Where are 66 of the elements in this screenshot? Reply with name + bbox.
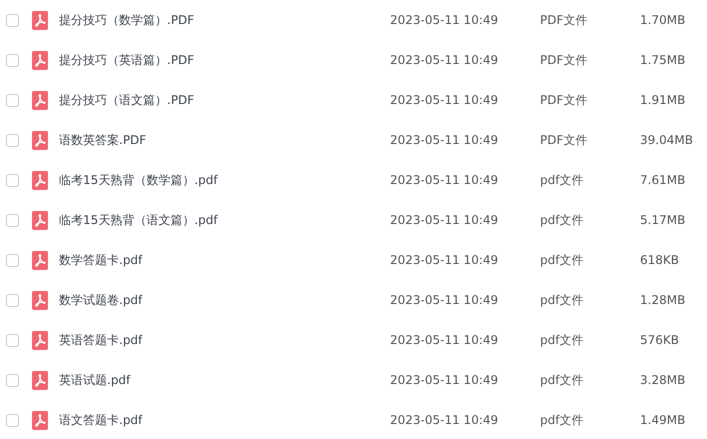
file-name[interactable]: 临考15天熟背（语文篇）.pdf <box>59 212 390 228</box>
file-type: PDF文件 <box>540 132 588 148</box>
file-name[interactable]: 英语试题.pdf <box>59 372 390 388</box>
file-size: 1.70MB <box>640 13 686 27</box>
pdf-file-icon <box>32 50 48 70</box>
checkbox[interactable] <box>6 294 19 306</box>
file-type: pdf文件 <box>540 172 584 188</box>
modified-time: 2023-05-11 10:49 <box>390 253 500 267</box>
file-type: PDF文件 <box>540 52 588 68</box>
pdf-file-icon <box>32 10 48 30</box>
pdf-file-icon <box>32 90 48 110</box>
file-size: 7.61MB <box>640 173 686 187</box>
checkbox[interactable] <box>6 174 19 186</box>
file-type: PDF文件 <box>540 92 588 108</box>
file-name[interactable]: 提分技巧（数学篇）.PDF <box>59 12 390 28</box>
modified-time: 2023-05-11 10:49 <box>390 213 500 227</box>
modified-time: 2023-05-11 10:49 <box>390 13 500 27</box>
file-name[interactable]: 数学答题卡.pdf <box>59 252 390 268</box>
pdf-file-icon <box>32 370 48 390</box>
file-size: 1.49MB <box>640 413 686 427</box>
checkbox[interactable] <box>6 414 19 426</box>
file-type: pdf文件 <box>540 412 584 428</box>
modified-time: 2023-05-11 10:49 <box>390 373 500 387</box>
pdf-file-icon <box>32 410 48 430</box>
pdf-file-icon <box>32 170 48 190</box>
modified-time: 2023-05-11 10:49 <box>390 133 500 147</box>
modified-time: 2023-05-11 10:49 <box>390 333 500 347</box>
file-name[interactable]: 数学试题卷.pdf <box>59 292 390 308</box>
file-type: pdf文件 <box>540 332 584 348</box>
file-size: 1.91MB <box>640 93 686 107</box>
pdf-file-icon <box>32 130 48 150</box>
checkbox[interactable] <box>6 134 19 146</box>
file-size: 1.28MB <box>640 293 686 307</box>
file-type: pdf文件 <box>540 212 584 228</box>
file-name[interactable]: 语文答题卡.pdf <box>59 412 390 428</box>
modified-time: 2023-05-11 10:49 <box>390 293 500 307</box>
file-size: 618KB <box>640 253 680 267</box>
pdf-file-icon <box>32 210 48 230</box>
checkbox[interactable] <box>6 54 19 66</box>
checkbox[interactable] <box>6 214 19 226</box>
file-name[interactable]: 临考15天熟背（数学篇）.pdf <box>59 172 390 188</box>
pdf-file-icon <box>32 290 48 310</box>
file-type: pdf文件 <box>540 292 584 308</box>
checkbox[interactable] <box>6 334 19 346</box>
file-size: 576KB <box>640 333 680 347</box>
file-name[interactable]: 英语答题卡.pdf <box>59 332 390 348</box>
file-type: PDF文件 <box>540 12 588 28</box>
checkbox[interactable] <box>6 374 19 386</box>
file-size: 1.75MB <box>640 53 686 67</box>
file-size: 39.04MB <box>640 133 693 147</box>
modified-time: 2023-05-11 10:49 <box>390 53 500 67</box>
file-size: 5.17MB <box>640 213 686 227</box>
file-type: pdf文件 <box>540 372 584 388</box>
modified-time: 2023-05-11 10:49 <box>390 173 500 187</box>
file-size: 3.28MB <box>640 373 686 387</box>
checkbox[interactable] <box>6 254 19 266</box>
checkbox[interactable] <box>6 94 19 106</box>
pdf-file-icon <box>32 250 48 270</box>
checkbox[interactable] <box>6 14 19 26</box>
modified-time: 2023-05-11 10:49 <box>390 93 500 107</box>
file-type: pdf文件 <box>540 252 584 268</box>
pdf-file-icon <box>32 330 48 350</box>
modified-time: 2023-05-11 10:49 <box>390 413 500 427</box>
file-name[interactable]: 语数英答案.PDF <box>59 132 390 148</box>
file-name[interactable]: 提分技巧（语文篇）.PDF <box>59 92 390 108</box>
file-name[interactable]: 提分技巧（英语篇）.PDF <box>59 52 390 68</box>
